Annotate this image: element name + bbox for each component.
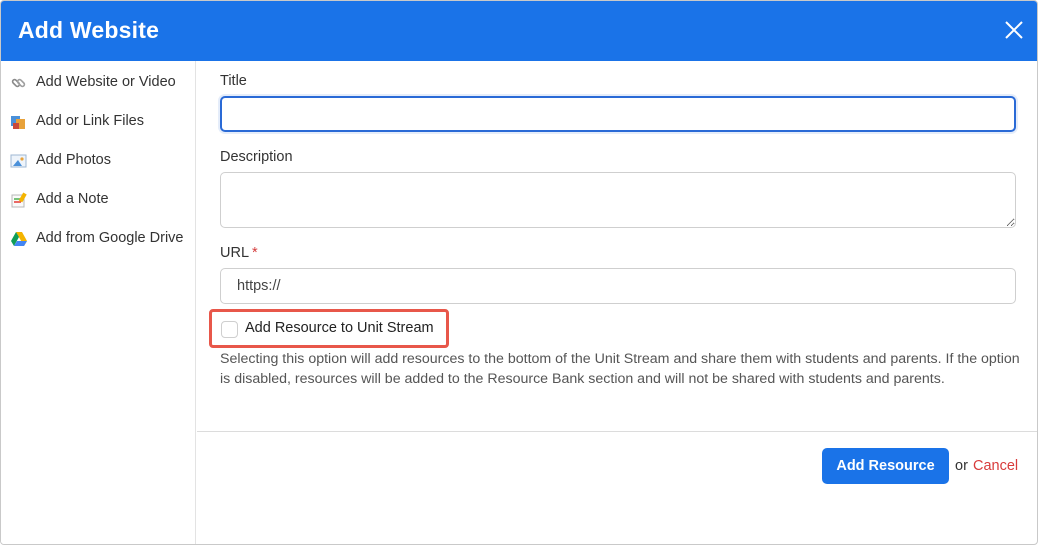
add-resource-button[interactable]: Add Resource [822, 448, 949, 484]
sidebar-item-label: Add a Note [36, 191, 109, 207]
url-input[interactable] [220, 268, 1016, 304]
sidebar-item-label: Add from Google Drive [36, 230, 184, 246]
dialog-title: Add Website [18, 17, 160, 43]
sidebar-item-google-drive[interactable]: Add from Google Drive [1, 224, 195, 254]
files-icon [10, 114, 28, 130]
helper-text: Selecting this option will add resources… [220, 351, 1020, 387]
title-label: Title [220, 73, 247, 89]
dialog-header: Add Website [1, 1, 1037, 61]
unit-stream-checkbox-label[interactable]: Add Resource to Unit Stream [245, 320, 434, 336]
description-input[interactable] [220, 172, 1016, 228]
google-drive-icon [10, 231, 28, 247]
footer-divider [197, 431, 1037, 432]
description-label: Description [220, 149, 293, 165]
close-icon [1005, 21, 1023, 39]
sidebar-item-add-website[interactable]: Add Website or Video [1, 68, 195, 98]
cancel-link[interactable]: Cancel [973, 458, 1018, 474]
sidebar-item-label: Add Photos [36, 152, 111, 168]
or-text: or [955, 458, 968, 474]
sidebar-item-label: Add Website or Video [36, 74, 176, 90]
sidebar-item-add-note[interactable]: Add a Note [1, 185, 195, 215]
title-input[interactable] [220, 96, 1016, 132]
sidebar: Add Website or Video Add or Link Files A… [1, 61, 196, 544]
sidebar-item-add-photos[interactable]: Add Photos [1, 146, 195, 176]
sidebar-item-label: Add or Link Files [36, 113, 144, 129]
required-marker: * [252, 245, 258, 261]
url-label: URL * [220, 245, 258, 261]
url-label-text: URL [220, 245, 250, 261]
sidebar-item-add-files[interactable]: Add or Link Files [1, 107, 195, 137]
link-icon [10, 75, 28, 91]
add-website-dialog: Add Website Add Website or Video Add or … [0, 0, 1038, 545]
unit-stream-checkbox[interactable] [221, 321, 238, 338]
photo-icon [10, 153, 28, 169]
close-button[interactable] [1003, 19, 1025, 41]
form-panel: Title Description URL* Add Resource to U… [197, 61, 1037, 544]
note-icon [10, 192, 28, 208]
